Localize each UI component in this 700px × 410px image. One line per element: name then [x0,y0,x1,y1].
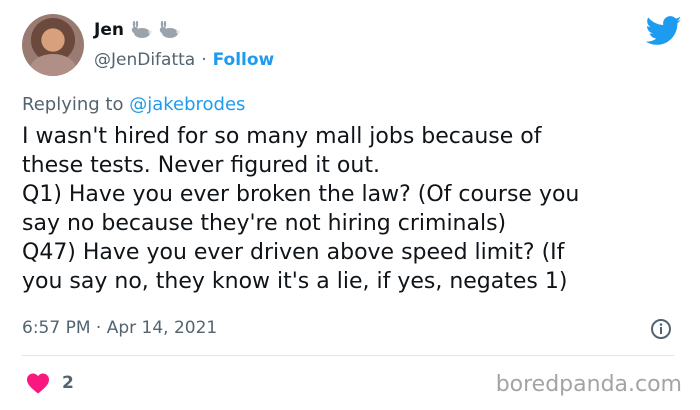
separator-dot: · [201,50,207,70]
author-name-row: Jen [94,20,180,40]
follow-button[interactable]: Follow [213,50,275,70]
avatar[interactable] [22,14,84,76]
tweet-text: I wasn't hired for so many mall jobs bec… [22,124,580,294]
tweet-timestamp[interactable]: 6:57 PM · Apr 14, 2021 [22,318,217,338]
rabbit-icon [131,21,152,38]
divider [22,355,674,356]
like-action[interactable]: 2 [26,372,74,394]
twitter-bird-icon[interactable] [646,16,682,46]
rabbit-icon [159,21,180,38]
author-name[interactable]: Jen [94,20,124,40]
replying-to: Replying to @jakebrodes [22,94,245,115]
watermark: boredpanda.com [495,372,682,397]
author-handle-row: @JenDifatta · Follow [94,50,274,70]
replying-prefix: Replying to [22,94,124,115]
heart-icon[interactable] [26,372,50,394]
info-icon[interactable] [650,318,672,340]
tweet-header: Jen @JenDifatta · Follow [22,14,682,84]
like-count: 2 [62,373,74,393]
author-handle[interactable]: @JenDifatta [94,50,195,70]
reply-mention-link[interactable]: @jakebrodes [129,94,245,115]
